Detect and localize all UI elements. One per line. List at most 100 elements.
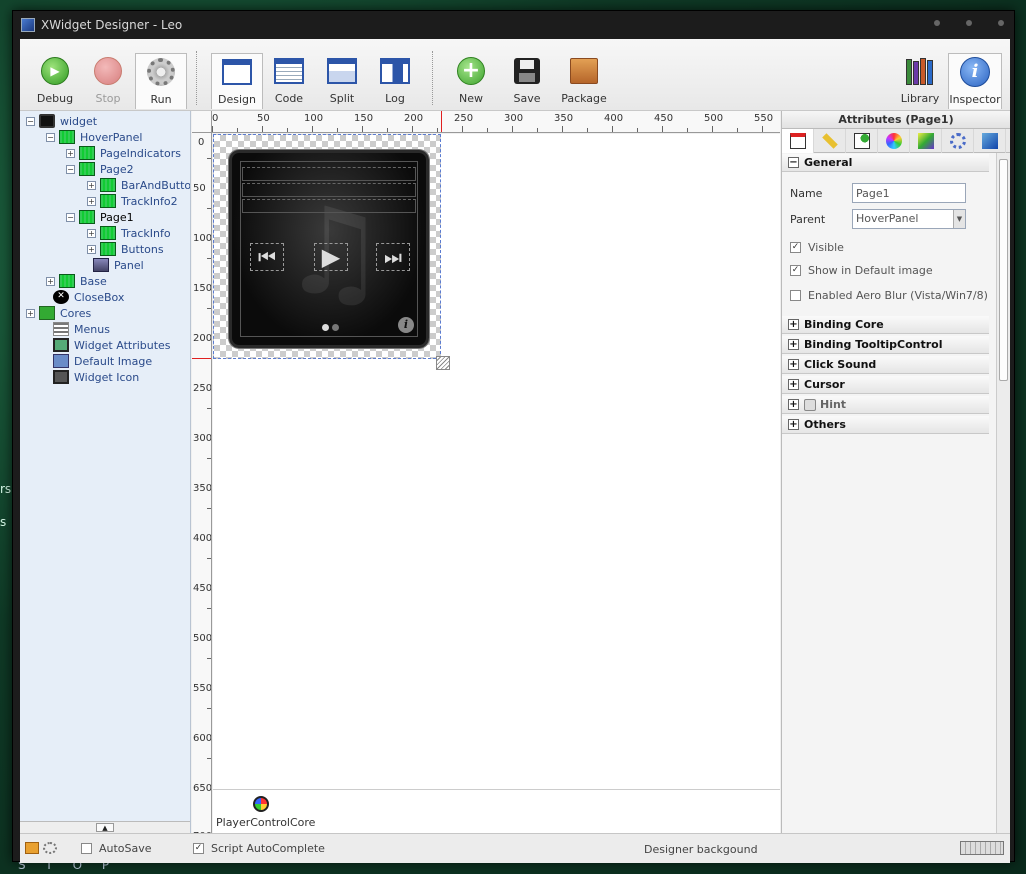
collapse-toggle[interactable]: − — [66, 164, 75, 174]
ruler-corner — [192, 111, 212, 133]
close-button[interactable] — [998, 20, 1004, 26]
section-general[interactable]: − General — [782, 154, 989, 172]
expand-toggle[interactable]: + — [87, 196, 96, 206]
books-icon — [906, 57, 934, 85]
collapse-toggle[interactable]: − — [46, 132, 55, 142]
section-hint[interactable]: + Hint — [782, 396, 989, 414]
tree-node-widget-attributes[interactable]: Widget Attributes — [40, 337, 171, 353]
inspector-tabs — [782, 129, 1010, 153]
tab-shapes[interactable] — [846, 129, 878, 153]
scroll-up-arrow[interactable]: ▲ — [96, 823, 114, 832]
tree-node-widget[interactable]: − widget — [26, 113, 97, 129]
library-button[interactable]: Library — [894, 53, 946, 109]
tree-node-closebox[interactable]: ✕ CloseBox — [40, 289, 124, 305]
tree-node-cores[interactable]: + Cores — [26, 305, 91, 321]
fast-forward-icon[interactable]: ⏭ — [376, 243, 410, 271]
designer-background-swatch[interactable] — [960, 841, 1004, 855]
core-item-playercontrolcore[interactable]: PlayerControlCore — [216, 796, 315, 829]
widget-icon-icon — [53, 370, 69, 384]
design-canvas[interactable]: ♫ ⏮ ▶ ⏭ i — [213, 134, 780, 789]
inspector-title: Attributes (Page1) — [782, 111, 1010, 129]
new-button[interactable]: + New — [445, 53, 497, 109]
section-others[interactable]: + Others — [782, 416, 989, 434]
expand-toggle[interactable]: + — [87, 180, 96, 190]
cores-tray: PlayerControlCore — [213, 789, 780, 833]
expand-icon: + — [788, 339, 799, 350]
visible-checkbox[interactable]: ✓ Visible — [790, 241, 844, 254]
ruler-left: 0 50 100 150 200 250 300 350 400 450 500… — [192, 133, 212, 863]
show-default-image-checkbox[interactable]: ✓ Show in Default image — [790, 264, 933, 277]
track-info-bar[interactable] — [242, 167, 416, 181]
minimize-button[interactable] — [934, 20, 940, 26]
log-tab-button[interactable]: Log — [369, 53, 421, 109]
resize-handle[interactable] — [436, 356, 450, 370]
name-input[interactable] — [852, 183, 966, 203]
tab-effects[interactable] — [910, 129, 942, 153]
expand-toggle[interactable]: + — [87, 244, 96, 254]
aero-blur-checkbox[interactable]: Enabled Aero Blur (Vista/Win7/8) — [790, 289, 988, 302]
debug-button[interactable]: ▶ Debug — [29, 53, 81, 109]
tree-node-default-image[interactable]: Default Image — [40, 353, 152, 369]
tree-node-page1[interactable]: − Page1 — [66, 209, 134, 225]
tab-color[interactable] — [878, 129, 910, 153]
calendar-icon — [789, 133, 806, 149]
info-icon[interactable]: i — [398, 317, 414, 333]
tree-node-buttons[interactable]: + Buttons — [87, 241, 164, 257]
tree-node-trackinfo[interactable]: + TrackInfo — [87, 225, 171, 241]
folder-icon[interactable] — [25, 842, 39, 854]
split-tab-button[interactable]: Split — [316, 53, 368, 109]
expand-toggle[interactable]: + — [46, 276, 55, 286]
tree-node-pageindicators[interactable]: + PageIndicators — [66, 145, 181, 161]
tree-node-trackinfo2[interactable]: + TrackInfo2 — [87, 193, 178, 209]
section-binding-core[interactable]: + Binding Core — [782, 316, 989, 334]
save-button[interactable]: Save — [501, 53, 553, 109]
expand-toggle[interactable]: + — [66, 148, 75, 158]
layer-icon — [59, 130, 75, 144]
rewind-icon[interactable]: ⏮ — [250, 243, 284, 271]
stop-icon — [94, 57, 122, 85]
tab-calendar[interactable] — [782, 129, 814, 153]
autosave-checkbox[interactable]: AutoSave — [81, 842, 152, 855]
scrollbar-thumb[interactable] — [999, 159, 1008, 381]
widget-bounds[interactable]: ♫ ⏮ ▶ ⏭ i — [213, 134, 441, 359]
package-button[interactable]: Package — [558, 53, 610, 109]
play-icon[interactable]: ▶ — [314, 243, 348, 271]
section-click-sound[interactable]: + Click Sound — [782, 356, 989, 374]
client-area: ▶ Debug Stop Run Design Code Split Log +… — [20, 39, 1010, 863]
title-bar[interactable]: XWidget Designer - Leo — [13, 11, 1014, 39]
section-binding-tooltipcontrol[interactable]: + Binding TooltipControl — [782, 336, 989, 354]
expand-toggle[interactable]: + — [26, 308, 35, 318]
track-info-bar[interactable] — [242, 183, 416, 197]
maximize-button[interactable] — [966, 20, 972, 26]
tree-node-page2[interactable]: − Page2 — [66, 161, 134, 177]
tab-ruler[interactable] — [814, 129, 846, 153]
gear-icon — [147, 58, 175, 86]
tree-node-base[interactable]: + Base — [46, 273, 107, 289]
play-icon: ▶ — [41, 57, 69, 85]
design-tab-button[interactable]: Design — [211, 53, 263, 109]
collapse-toggle[interactable]: − — [66, 212, 75, 222]
tab-settings[interactable] — [942, 129, 974, 153]
run-button[interactable]: Run — [135, 53, 187, 109]
tree-node-panel[interactable]: Panel — [80, 257, 144, 273]
expand-toggle[interactable]: + — [87, 228, 96, 238]
script-autocomplete-checkbox[interactable]: ✓ Script AutoComplete — [193, 842, 325, 855]
section-cursor[interactable]: + Cursor — [782, 376, 989, 394]
gear-icon[interactable] — [43, 842, 57, 854]
inspector-button[interactable]: i Inspector — [948, 53, 1002, 109]
code-tab-button[interactable]: Code — [263, 53, 315, 109]
player-widget-preview[interactable]: ♫ ⏮ ▶ ⏭ i — [229, 150, 429, 348]
tree-node-hoverpanel[interactable]: − HoverPanel — [46, 129, 142, 145]
tree-scrollbar[interactable]: ▲ — [20, 821, 190, 833]
tree-node-menus[interactable]: Menus — [40, 321, 110, 337]
inspector-scrollbar[interactable] — [996, 153, 1010, 833]
page-indicator[interactable] — [322, 324, 339, 331]
tree-node-widget-icon[interactable]: Widget Icon — [40, 369, 139, 385]
collapse-toggle[interactable]: − — [26, 116, 35, 126]
track-info-bar[interactable] — [242, 199, 416, 213]
monitor-icon — [53, 354, 69, 368]
tab-3d[interactable] — [974, 129, 1006, 153]
tree-node-barandbuttons[interactable]: +BarAndButtons — [87, 177, 190, 193]
parent-select[interactable]: HoverPanel ▼ — [852, 209, 966, 229]
stop-button[interactable]: Stop — [82, 53, 134, 109]
